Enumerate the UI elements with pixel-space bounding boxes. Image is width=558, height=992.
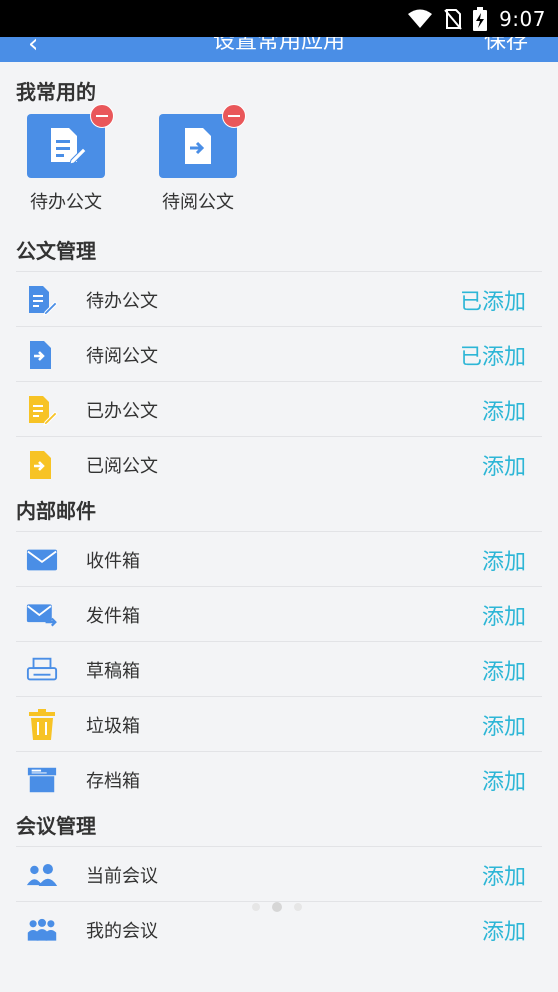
favorite-tile[interactable] xyxy=(27,104,114,178)
page-dot-active xyxy=(272,902,282,912)
list-item: 垃圾箱 添加 xyxy=(16,696,542,751)
favorite-item-pending-docs[interactable]: 待办公文 xyxy=(16,104,116,214)
list-item: 待阅公文 已添加 xyxy=(16,326,542,381)
remove-favorite-button[interactable] xyxy=(90,104,114,128)
list-item-label: 垃圾箱 xyxy=(86,716,140,737)
favorite-label: 待办公文 xyxy=(30,192,102,213)
list-item: 草稿箱 添加 xyxy=(16,641,542,696)
list-item-label: 已办公文 xyxy=(86,401,158,422)
list-item: 已阅公文 添加 xyxy=(16,436,542,491)
section-title-meetings: 会议管理 xyxy=(16,814,96,838)
status-bar: 9:07 xyxy=(0,0,558,37)
list-item-label: 我的会议 xyxy=(86,921,158,942)
page-indicator xyxy=(252,902,302,912)
added-label[interactable]: 已添加 xyxy=(460,339,526,371)
page-dot xyxy=(294,903,302,911)
page-title: 设置常用应用 xyxy=(212,37,345,54)
list-item-label: 收件箱 xyxy=(86,551,140,572)
list-item-label: 发件箱 xyxy=(86,606,140,627)
favorite-tile[interactable] xyxy=(159,104,246,178)
list-item-label: 已阅公文 xyxy=(86,456,158,477)
section-title-mail: 内部邮件 xyxy=(16,499,96,523)
list-item: 待办公文 已添加 xyxy=(16,271,542,326)
archive-box-icon xyxy=(27,767,57,793)
doc-arrow-icon xyxy=(185,128,211,164)
doc-edit-icon xyxy=(29,286,58,316)
list-item-label: 当前会议 xyxy=(86,866,158,887)
favorite-label: 待阅公文 xyxy=(162,192,234,213)
printer-icon xyxy=(26,657,58,681)
battery-charging-icon xyxy=(473,6,488,31)
favorites-title: 我常用的 xyxy=(16,80,96,104)
envelope-send-icon xyxy=(26,604,57,627)
add-button[interactable]: 添加 xyxy=(482,599,526,631)
doc-arrow-icon xyxy=(30,451,51,479)
list-item: 发件箱 添加 xyxy=(16,586,542,641)
status-icons: 9:07 xyxy=(407,6,546,31)
list-item: 收件箱 添加 xyxy=(16,531,542,586)
list-item-label: 存档箱 xyxy=(86,771,140,792)
people-icon xyxy=(26,864,58,886)
doc-arrow-icon xyxy=(30,341,51,369)
add-button[interactable]: 添加 xyxy=(482,709,526,741)
envelope-icon xyxy=(26,549,58,571)
add-button[interactable]: 添加 xyxy=(482,764,526,796)
added-label[interactable]: 已添加 xyxy=(460,284,526,316)
add-button[interactable]: 添加 xyxy=(482,544,526,576)
list-item-label: 待阅公文 xyxy=(86,346,158,367)
wifi-icon xyxy=(408,9,433,28)
doc-edit-icon xyxy=(29,396,58,426)
favorite-item-toread-docs[interactable]: 待阅公文 xyxy=(148,104,248,214)
list-item-label: 待办公文 xyxy=(86,291,158,312)
status-time: 9:07 xyxy=(499,6,546,31)
add-button[interactable]: 添加 xyxy=(482,859,526,891)
group-icon xyxy=(27,918,57,941)
list-item: 已办公文 添加 xyxy=(16,381,542,436)
section-title-documents: 公文管理 xyxy=(16,239,96,263)
trash-icon xyxy=(29,709,55,740)
remove-favorite-button[interactable] xyxy=(222,104,246,128)
list-item-label: 草稿箱 xyxy=(86,661,140,682)
list-item: 存档箱 添加 xyxy=(16,751,542,806)
page-dot xyxy=(252,903,260,911)
no-sim-icon xyxy=(444,8,462,30)
app-bar: ‹ 设置常用应用 保存 xyxy=(0,37,558,62)
add-button[interactable]: 添加 xyxy=(482,914,526,946)
doc-edit-icon xyxy=(51,128,87,165)
list-item: 当前会议 添加 xyxy=(16,846,542,901)
add-button[interactable]: 添加 xyxy=(482,449,526,481)
save-button[interactable]: 保存 xyxy=(484,37,528,55)
add-button[interactable]: 添加 xyxy=(482,394,526,426)
add-button[interactable]: 添加 xyxy=(482,654,526,686)
